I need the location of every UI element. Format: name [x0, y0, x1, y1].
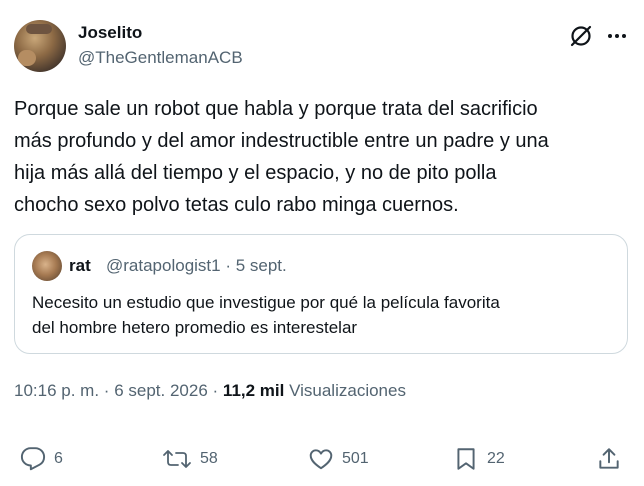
reply-icon [20, 446, 46, 472]
tweet-time[interactable]: 10:16 p. m. [14, 381, 99, 400]
quoted-author-name: rat [69, 256, 91, 275]
meta-separator: · [103, 381, 110, 400]
quoted-author-handle-date: @ratapologist1 · 5 sept. [106, 256, 287, 275]
bookmark-count: 22 [487, 450, 505, 467]
action-bar: 6 58 501 22 [0, 442, 644, 476]
share-icon [596, 446, 622, 472]
avatar-detail [26, 24, 52, 34]
tweet-metadata: 10:16 p. m. · 6 sept. 2026 · 11,2 mil Vi… [14, 380, 406, 402]
tweet-card: Joselito @TheGentlemanACB Porque sale un… [0, 0, 644, 486]
like-button[interactable]: 501 [308, 442, 369, 476]
repost-icon [162, 446, 192, 472]
author-display-name[interactable]: Joselito [78, 22, 142, 44]
repost-count: 58 [200, 450, 218, 467]
tweet-date[interactable]: 6 sept. 2026 [114, 381, 208, 400]
reply-button[interactable]: 6 [20, 442, 63, 476]
reply-count: 6 [54, 450, 63, 467]
grok-icon[interactable] [568, 23, 594, 49]
views-count: 11,2 mil [222, 381, 285, 400]
tweet-text: Porque sale un robot que habla y porque … [14, 98, 549, 216]
quoted-author-avatar[interactable] [32, 251, 62, 281]
meta-separator: · [212, 381, 219, 400]
repost-button[interactable]: 58 [162, 442, 218, 476]
heart-icon [308, 446, 334, 472]
quoted-tweet-text: Necesito un estudio que investigue por q… [32, 293, 500, 337]
more-options-icon[interactable] [606, 23, 628, 49]
like-count: 501 [342, 450, 369, 467]
views-label: Visualizaciones [289, 381, 406, 400]
bookmark-icon [453, 446, 479, 472]
bookmark-button[interactable]: 22 [453, 442, 505, 476]
share-button[interactable] [596, 442, 622, 476]
author-avatar[interactable] [14, 20, 66, 72]
avatar-detail [18, 50, 36, 66]
quoted-tweet[interactable]: rat @ratapologist1 · 5 sept. Necesito un… [14, 234, 628, 354]
author-handle[interactable]: @TheGentlemanACB [78, 47, 243, 69]
